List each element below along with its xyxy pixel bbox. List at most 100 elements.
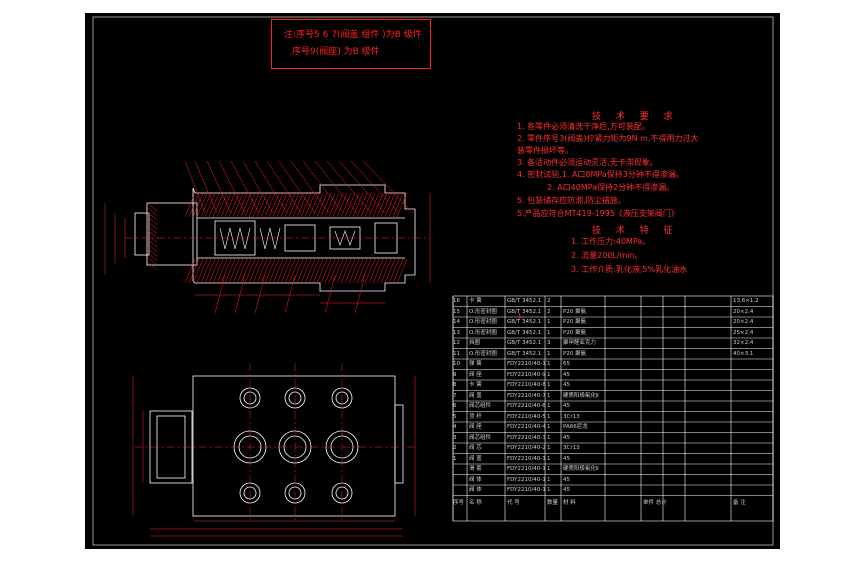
bom-cell-name: O.形密封圈 bbox=[469, 319, 497, 325]
hatch-line bbox=[352, 192, 364, 218]
bom-cell-code: FDY2210/40-1 bbox=[507, 455, 546, 462]
bom-cell-qty: 1 bbox=[547, 392, 551, 399]
hatch-line bbox=[146, 216, 158, 225]
bom-row: 3 阀芯组件 FDY2210/40-3 1 45 bbox=[453, 433, 773, 444]
bom-cell-qty: 1 bbox=[547, 487, 551, 493]
drawing-canvas: 注:序号5 6 7(阀盖 组件 )为B 级件 序号9(阀座) 为B 级件 技 术… bbox=[85, 13, 780, 549]
bom-cell-no: 10 bbox=[453, 361, 460, 367]
bom-cell-note: 40×3.1 bbox=[733, 350, 754, 357]
hatch-line bbox=[236, 192, 248, 218]
bom-cell-qty: 1 bbox=[547, 455, 551, 462]
hatch-line bbox=[146, 225, 158, 234]
hatch-line bbox=[184, 258, 196, 284]
bom-cell-note: 13.6×1.2 bbox=[733, 298, 759, 304]
hatch-line bbox=[268, 258, 280, 284]
bom-cell-qty: 1 bbox=[547, 329, 551, 336]
bom-cell-material: P20 聚氨 bbox=[563, 329, 587, 336]
hatch-line bbox=[146, 211, 158, 221]
hatch-line bbox=[220, 192, 232, 218]
hatch-line bbox=[248, 192, 260, 218]
bom-cell-no: 7 bbox=[453, 392, 457, 399]
bom-cell-name: 阀芯组件 bbox=[469, 434, 492, 441]
leader-line bbox=[326, 160, 372, 214]
hatch-line bbox=[228, 258, 240, 284]
hatch-line bbox=[292, 192, 304, 218]
bom-header-qty: 数量 bbox=[547, 499, 559, 506]
tech-req-5: 4. 密封试验,1. A口8MPa保持3分钟不得渗漏。 bbox=[517, 170, 684, 179]
bom-cell-name: 卡 簧 bbox=[469, 298, 482, 304]
hatch-line bbox=[308, 192, 320, 218]
bom-cell-material: 硬质阳极氧化Ⅱ bbox=[563, 392, 599, 399]
hatch-line bbox=[348, 258, 360, 284]
hatch-line bbox=[272, 258, 284, 284]
hatch-line bbox=[392, 258, 404, 284]
bom-row: 14 O.形密封圈 GB/T 3452.1 1 P20 聚氨 20×2.4 bbox=[453, 317, 773, 328]
bom-cell-code: FDY2210/40-1 bbox=[507, 466, 546, 472]
bom-header-no: 序号 bbox=[453, 499, 465, 506]
hatch-line bbox=[340, 192, 352, 218]
tech-spec-3: 3. 工作介质:乳化液,5%乳化油水 bbox=[571, 265, 688, 274]
bom-cell-no: 12 bbox=[453, 340, 460, 346]
bom-cell-qty: 1 bbox=[547, 413, 551, 420]
bom-row: 4 阀 座 FDY2210/40-4 1 PA66尼龙 bbox=[453, 422, 773, 433]
hatch-line bbox=[268, 192, 280, 218]
bom-row: 10 弹 簧 FDY2210/40-11 1 65 bbox=[453, 359, 773, 370]
hatch-line bbox=[212, 192, 224, 218]
hatch-line bbox=[280, 258, 292, 284]
bom-cell-code: FDY2210/40-4 bbox=[507, 424, 546, 430]
hatch-line bbox=[272, 192, 284, 218]
bom-cell-name: 阀 芯 bbox=[469, 445, 482, 451]
bom-cell-qty: 1 bbox=[547, 319, 551, 325]
leader-lines bbox=[184, 160, 414, 314]
bom-cell-note: 32×2.4 bbox=[733, 340, 754, 346]
bom-cell-note: 25×2.4 bbox=[733, 329, 754, 336]
bom-cell-material: 聚甲醛亚克力 bbox=[563, 340, 597, 346]
hatch-line bbox=[204, 258, 216, 284]
bom-cell-material: 45 bbox=[563, 455, 570, 462]
hatch-line bbox=[216, 192, 228, 218]
hatch-line bbox=[146, 234, 158, 243]
bom-cell-material: 65 bbox=[563, 361, 570, 367]
hatch-line bbox=[380, 192, 392, 218]
bom-row: 9 阀 座 FDY2210/40-9 1 45 bbox=[453, 370, 773, 381]
section-dimensions bbox=[104, 193, 431, 304]
leader-line bbox=[362, 160, 414, 214]
bom-cell-code: FDY2210/40-1 bbox=[507, 476, 546, 483]
tech-req-4: 3. 各活动件必须运动灵活,无卡滞现象。 bbox=[517, 158, 658, 167]
hatch-line bbox=[384, 258, 396, 284]
bom-cell-name: 阀芯组件 bbox=[469, 403, 492, 409]
bom-cell-name: 阀 座 bbox=[469, 371, 482, 378]
hatch-line bbox=[344, 258, 356, 284]
bom-cell-name: 阀 体 bbox=[469, 476, 482, 483]
bom-cell-code: FDY2210/40-7 bbox=[507, 392, 546, 399]
hatch-line bbox=[252, 258, 264, 284]
bom-row: 2 阀 芯 FDY2210/40-2 1 3Cr13 bbox=[453, 443, 773, 454]
bom-cell-name: 弹 簧 bbox=[469, 361, 482, 367]
hatch-line bbox=[356, 258, 368, 284]
bom-header-note: 备 注 bbox=[733, 499, 746, 506]
hatch-line bbox=[146, 229, 158, 239]
hatch-line bbox=[224, 258, 236, 284]
bom-row: 16 卡 簧 GB/T 3452.1 2 13.6×1.2 bbox=[453, 296, 773, 307]
hatch-line bbox=[380, 258, 392, 284]
hatch-line bbox=[228, 192, 240, 218]
bom-cell-material: P20 聚氨 bbox=[563, 350, 587, 357]
bom-header-code: 代 号 bbox=[507, 499, 520, 506]
bom-cell-material: P20 聚氨 bbox=[563, 319, 587, 325]
bom-header-weight: 单件 总计 bbox=[643, 499, 667, 506]
bom-row: 8 卡 簧 FDY2210/40-8 1 45 bbox=[453, 380, 773, 391]
leader-line bbox=[254, 160, 288, 214]
note-line-1: 注:序号5 6 7(阀盖 组件 )为B 级件 bbox=[284, 30, 422, 40]
hatch-line bbox=[200, 258, 212, 284]
bom-cell-name: 卡 簧 bbox=[469, 382, 482, 388]
bom-table: 16 卡 簧 GB/T 3452.1 2 13.6×1.2 15 O.形密封圈 GB/T 34… bbox=[453, 296, 773, 521]
leader-line bbox=[184, 160, 206, 214]
bom-cell-material: 硬质阳极氧化Ⅱ bbox=[563, 466, 599, 472]
bom-row: 5 顶 杆 FDY2210/40-5 1 3Cr13 bbox=[453, 412, 773, 423]
hatch-line bbox=[284, 258, 296, 284]
hatch-line bbox=[304, 258, 316, 284]
bom-cell-name: 阀 盖 bbox=[469, 392, 482, 399]
leader-line bbox=[230, 160, 260, 214]
hatch-line bbox=[184, 192, 196, 218]
hatch-line bbox=[232, 258, 244, 284]
